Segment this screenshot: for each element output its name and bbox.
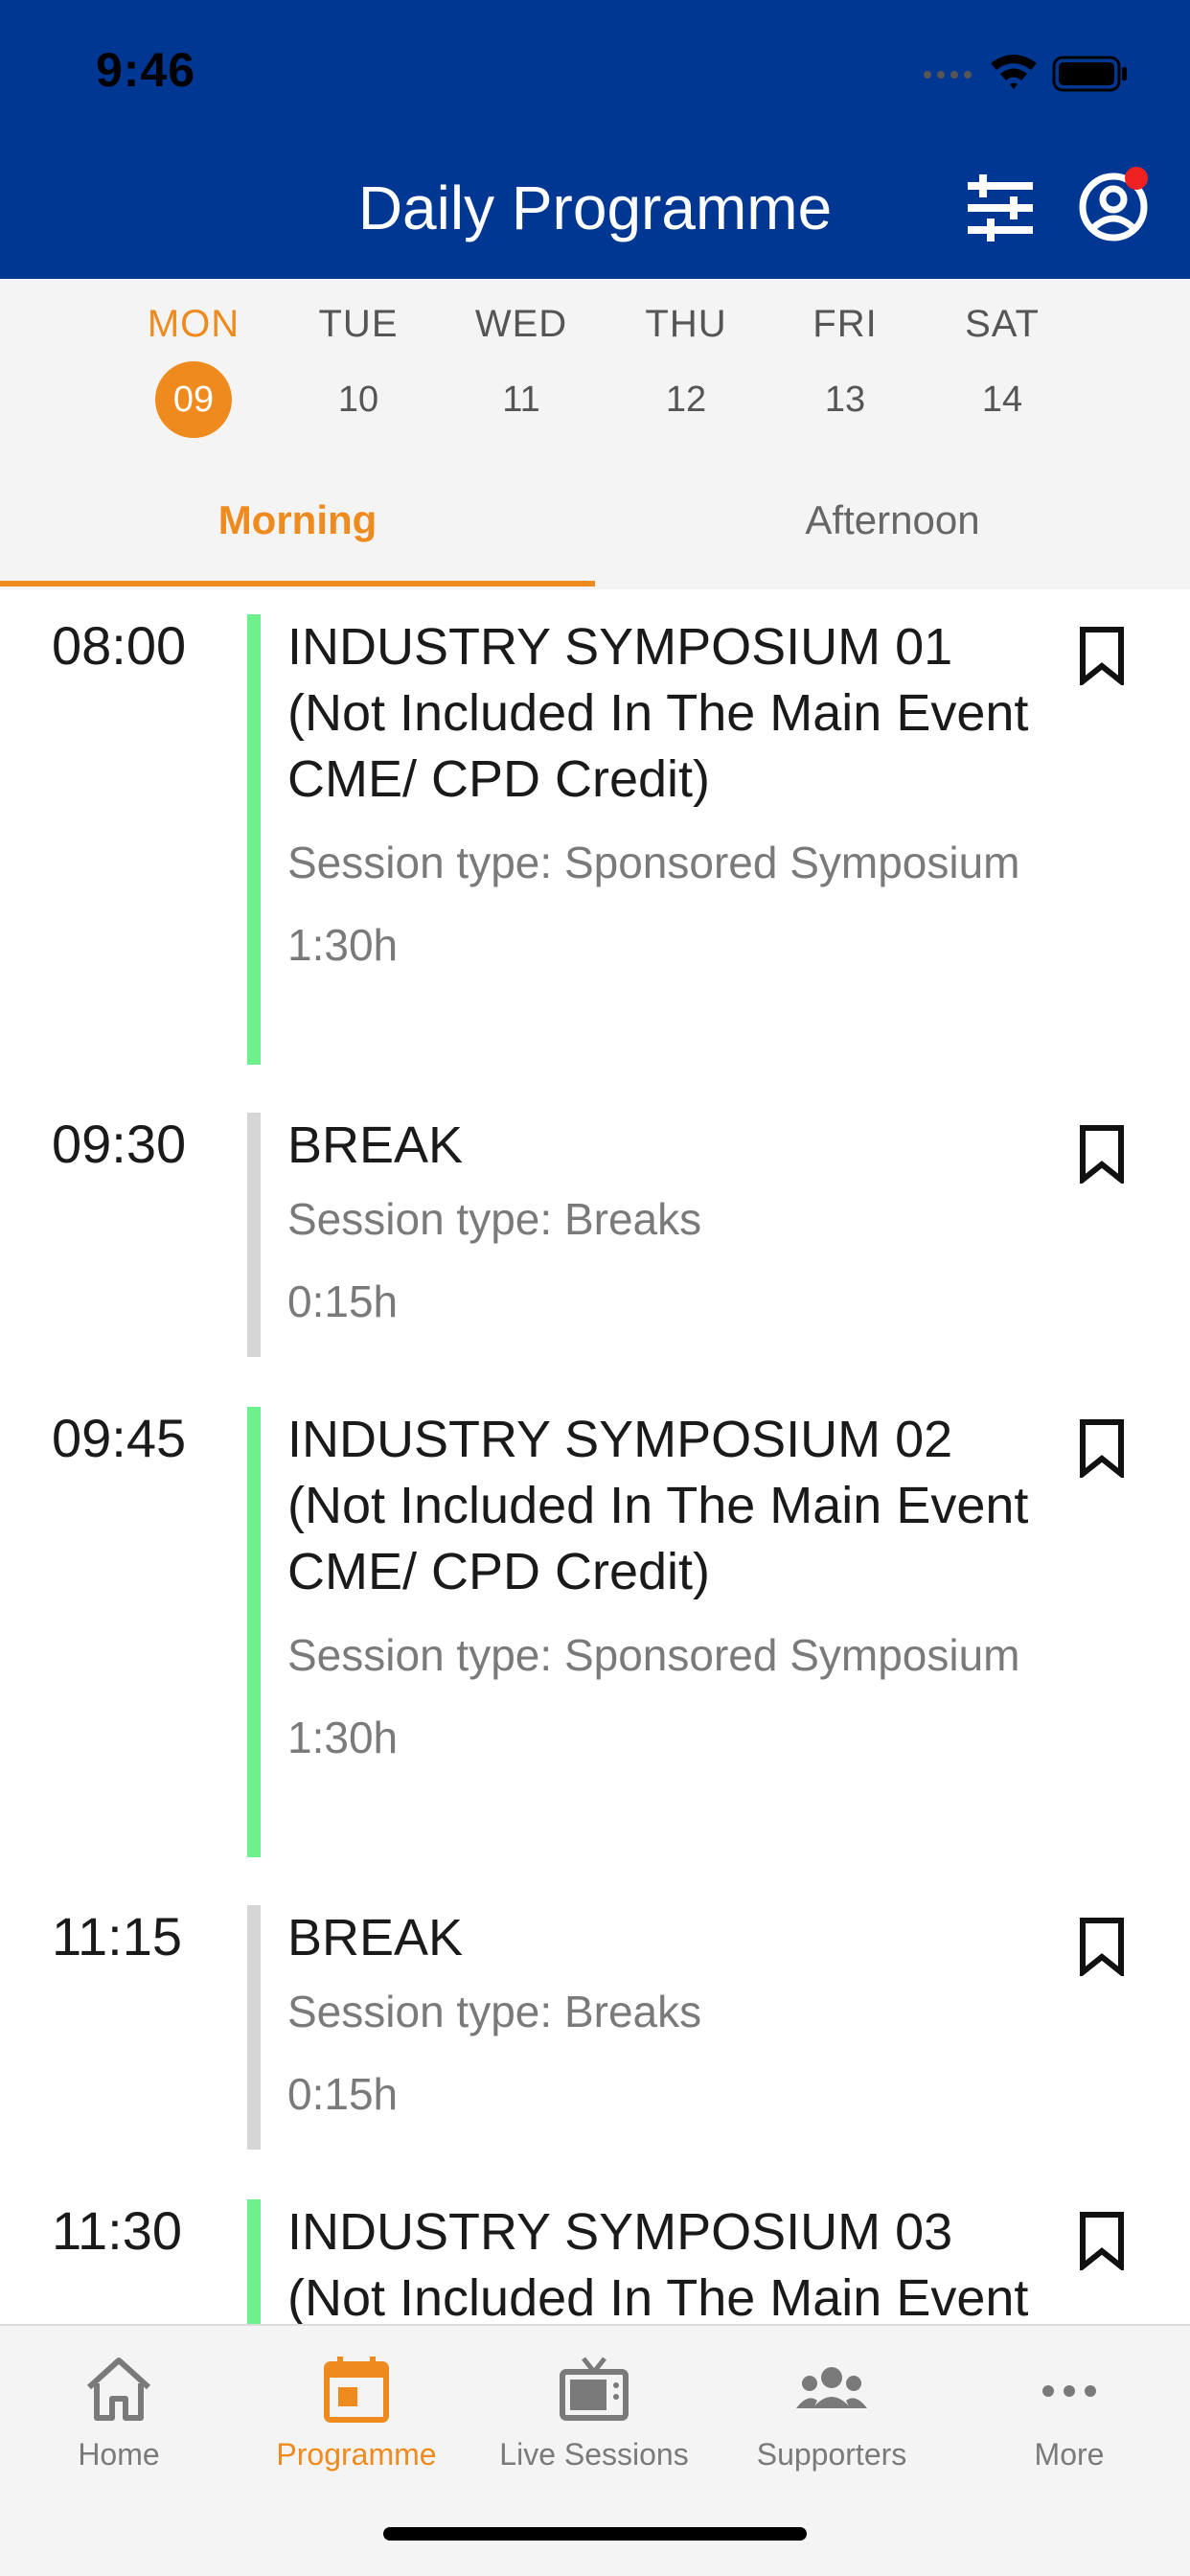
tab-indicator [0, 581, 595, 586]
wifi-icon [991, 55, 1037, 89]
day-thu[interactable]: THU 12 [624, 298, 748, 432]
tabbar-label: Live Sessions [499, 2437, 689, 2472]
day-selector: MON 09 TUE 10 WED 11 THU 12 FRI 13 SAT 1… [0, 279, 1190, 461]
session-type-bar [247, 1407, 261, 1857]
home-indicator [383, 2527, 807, 2541]
day-number: 12 [665, 380, 707, 420]
tabbar-label: Programme [276, 2437, 437, 2472]
day-fri[interactable]: FRI 13 [783, 298, 907, 432]
tabbar-live-sessions[interactable]: Live Sessions [475, 2355, 713, 2489]
notification-dot [1125, 167, 1148, 190]
bookmark-button[interactable] [1075, 1418, 1129, 1481]
session-time: 09:30 [52, 1114, 187, 1174]
day-wed[interactable]: WED 11 [459, 298, 584, 432]
session-type-bar [247, 1905, 261, 2150]
session-type: Session type: Sponsored Symposium [287, 838, 1020, 887]
sliders-icon [968, 174, 1033, 242]
session-item[interactable]: 11:30 INDUSTRY SYMPOSIUM 03 (Not Include… [0, 2174, 1190, 2324]
bookmark-icon [1080, 1125, 1124, 1186]
day-number: 14 [981, 380, 1023, 420]
home-icon [86, 2358, 151, 2421]
tabbar-label: Supporters [756, 2437, 907, 2472]
session-title: INDUSTRY SYMPOSIUM 02 (Not Included In T… [287, 1411, 1029, 1600]
session-time: 11:15 [52, 1906, 182, 1966]
bookmark-button[interactable] [1075, 1124, 1129, 1186]
day-number: 09 [155, 361, 232, 438]
day-number: 13 [824, 380, 866, 420]
calendar-icon [324, 2357, 389, 2423]
status-bar-icons [922, 46, 1190, 104]
bookmark-button[interactable] [1075, 2211, 1129, 2273]
app-header: 9:46 Daily Programme [0, 0, 1190, 279]
people-icon [796, 2367, 867, 2408]
battery-icon [1052, 56, 1127, 92]
tabbar-label: Home [78, 2437, 160, 2472]
session-time: 11:30 [52, 2200, 182, 2261]
session-time: 08:00 [52, 615, 187, 676]
tabbar-home[interactable]: Home [0, 2355, 238, 2489]
session-duration: 0:15h [287, 1276, 399, 1326]
session-item[interactable]: 11:15 BREAK Session type: Breaks 0:15h [0, 1880, 1190, 2174]
session-title: BREAK [287, 1116, 464, 1174]
day-name: WED [474, 303, 568, 345]
period-tabs: Morning Afternoon [0, 461, 1190, 589]
session-item[interactable]: 09:30 BREAK Session type: Breaks 0:15h [0, 1088, 1190, 1380]
day-name: SAT [965, 303, 1040, 345]
profile-button[interactable] [1077, 167, 1150, 243]
session-time: 09:45 [52, 1408, 187, 1468]
tabbar-supporters[interactable]: Supporters [713, 2355, 950, 2489]
bookmark-icon [1080, 1419, 1124, 1481]
bookmark-button[interactable] [1075, 1917, 1129, 1979]
session-item[interactable]: 08:00 INDUSTRY SYMPOSIUM 01 (Not Include… [0, 589, 1190, 1088]
session-type-bar [247, 2199, 261, 2324]
session-title: INDUSTRY SYMPOSIUM 01 (Not Included In T… [287, 618, 1029, 808]
session-duration: 1:30h [287, 1713, 399, 1762]
tabbar-label: More [1034, 2437, 1105, 2472]
day-name: TUE [318, 303, 399, 345]
bookmark-icon [1080, 1918, 1124, 1979]
day-tue[interactable]: TUE 10 [296, 298, 421, 432]
day-number: 11 [502, 380, 540, 420]
tab-afternoon[interactable]: Afternoon [595, 461, 1190, 589]
day-number: 10 [337, 380, 379, 420]
session-item[interactable]: 09:45 INDUSTRY SYMPOSIUM 02 (Not Include… [0, 1382, 1190, 1880]
status-bar-time: 9:46 [96, 43, 196, 97]
session-title: INDUSTRY SYMPOSIUM 03 (Not Included In T… [287, 2203, 1029, 2324]
day-name: FRI [812, 303, 878, 345]
session-duration: 0:15h [287, 2069, 399, 2119]
bookmark-icon [1080, 2212, 1124, 2273]
session-duration: 1:30h [287, 920, 399, 970]
day-name: MON [147, 303, 240, 345]
filter-button[interactable] [964, 174, 1037, 242]
day-name: THU [645, 303, 727, 345]
day-mon[interactable]: MON 09 [131, 298, 256, 438]
day-sat[interactable]: SAT 14 [940, 298, 1064, 432]
tab-morning[interactable]: Morning [0, 461, 595, 589]
more-icon [1042, 2385, 1096, 2397]
bookmark-icon [1080, 627, 1124, 688]
tabbar-programme[interactable]: Programme [238, 2355, 475, 2489]
tv-icon [560, 2357, 629, 2421]
session-type: Session type: Sponsored Symposium [287, 1630, 1020, 1680]
session-type: Session type: Breaks [287, 1194, 702, 1244]
bookmark-button[interactable] [1075, 626, 1129, 688]
session-type-bar [247, 614, 261, 1065]
session-title: BREAK [287, 1909, 464, 1966]
session-type: Session type: Breaks [287, 1987, 702, 2036]
tabbar-more[interactable]: More [950, 2355, 1188, 2489]
signal-icon [924, 71, 972, 79]
session-type-bar [247, 1113, 261, 1357]
session-list[interactable]: 08:00 INDUSTRY SYMPOSIUM 01 (Not Include… [0, 589, 1190, 2324]
